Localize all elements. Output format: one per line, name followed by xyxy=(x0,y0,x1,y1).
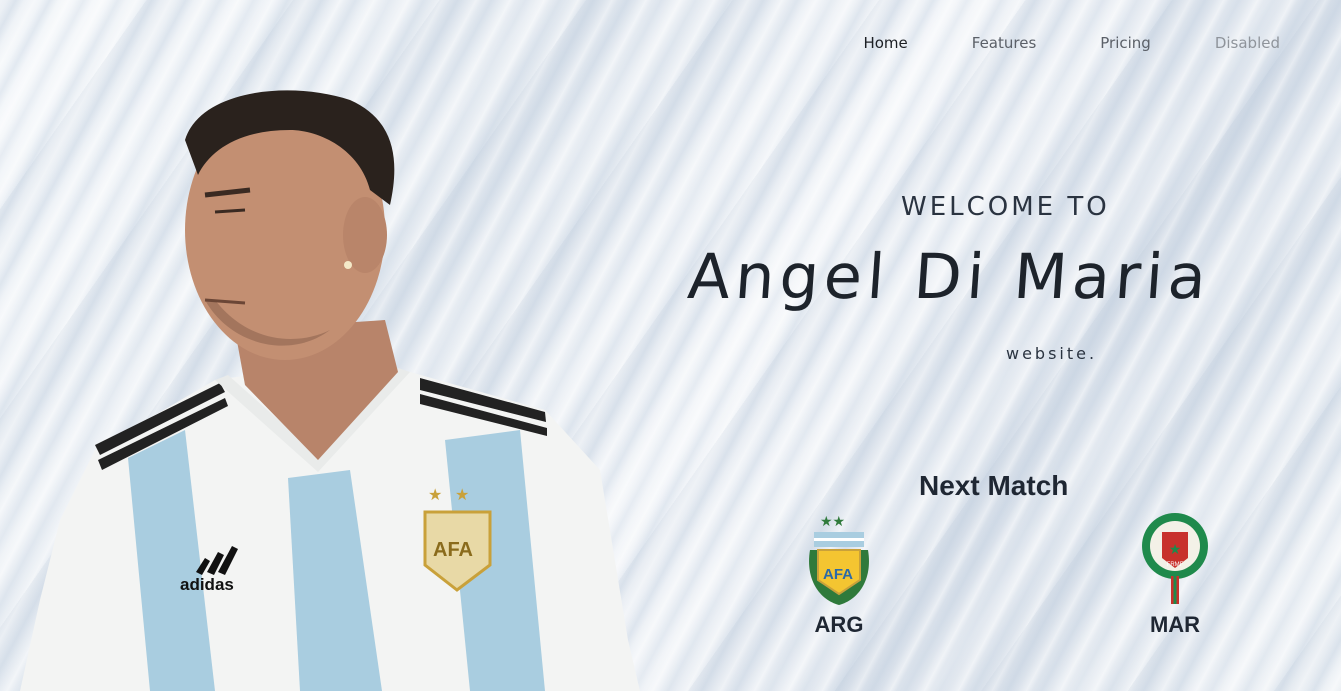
svg-text:★: ★ xyxy=(455,485,469,504)
adidas-logo-text: adidas xyxy=(180,575,234,594)
morocco-crest-text: FRMF xyxy=(1167,562,1184,568)
hero-title: Angel Di Maria xyxy=(685,240,1214,313)
welcome-heading: WELCOME TO xyxy=(901,192,1110,222)
nav-features[interactable]: Features xyxy=(972,34,1037,52)
svg-text:★: ★ xyxy=(428,485,442,504)
argentina-crest-text: AFA xyxy=(823,566,853,583)
nav-disabled: Disabled xyxy=(1214,34,1280,52)
top-nav: Home Features Pricing Disabled xyxy=(799,34,1280,52)
team-home: ★★ AFA ARG xyxy=(800,510,878,638)
team-away: ★ FRMF MAR xyxy=(1134,510,1216,638)
argentina-crest-icon: ★★ AFA xyxy=(809,514,869,605)
svg-text:★: ★ xyxy=(1169,542,1182,558)
nav-pricing[interactable]: Pricing xyxy=(1100,34,1151,52)
morocco-crest-icon: ★ FRMF xyxy=(1142,513,1208,604)
team-home-code: ARG xyxy=(814,612,864,637)
team-away-code: MAR xyxy=(1149,612,1201,637)
player-photo: ★ ★ AFA adidas xyxy=(20,90,640,691)
shirt-crest-text: AFA xyxy=(433,539,473,561)
hero-subtitle: website. xyxy=(1006,344,1098,363)
nav-home[interactable]: Home xyxy=(863,34,907,52)
svg-text:★★: ★★ xyxy=(820,514,845,530)
next-match-heading: Next Match xyxy=(919,470,1069,501)
